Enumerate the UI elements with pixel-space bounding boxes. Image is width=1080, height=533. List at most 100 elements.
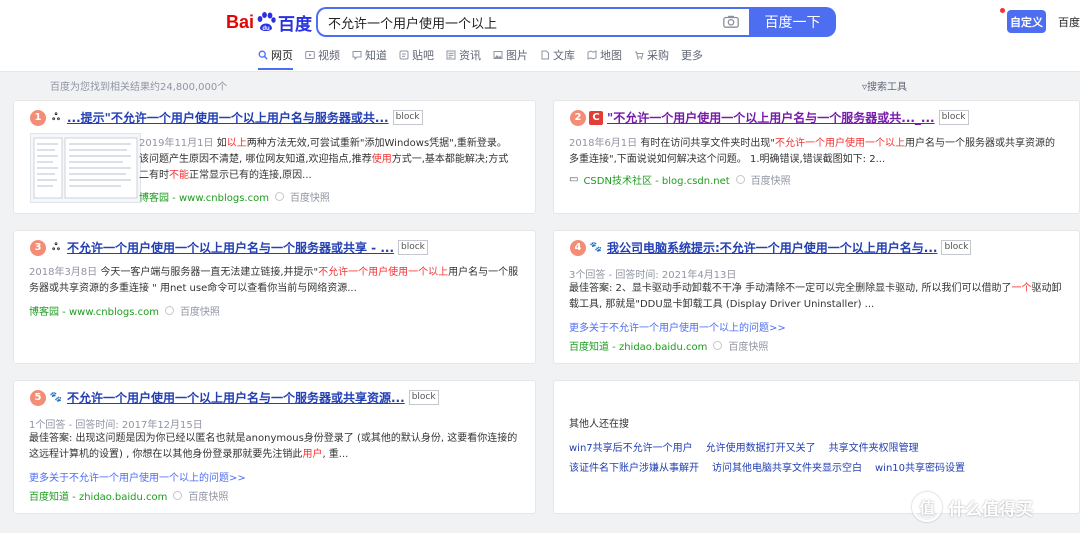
result-source: 博客园 - www.cnblogs.com 百度快照	[139, 189, 330, 204]
source-link[interactable]: 博客园 - www.cnblogs.com	[29, 303, 159, 318]
block-button[interactable]: block	[941, 240, 972, 255]
snapshot-link[interactable]: 百度快照	[164, 303, 220, 318]
result-title-link[interactable]: 我公司电脑系统提示:不允许一个用户使用一个以上用户名与...	[607, 239, 937, 256]
abstract-text: 最佳答案: 2、显卡驱动手动卸载不干净 手动清除不一定可以完全删除显卡驱动, 所…	[569, 283, 1062, 310]
result-abstract: 最佳答案: 2、显卡驱动手动卸载不干净 手动清除不一定可以完全删除显卡驱动, 所…	[569, 281, 1064, 313]
tab-zhidao[interactable]: 知道	[352, 44, 387, 66]
snapshot-label: 百度快照	[289, 193, 330, 204]
tab-label: 视频	[318, 49, 340, 62]
tab-label: 采购	[647, 49, 669, 62]
snapshot-label: 百度快照	[179, 307, 220, 318]
snapshot-link[interactable]: 百度快照	[173, 488, 228, 503]
customize-button[interactable]: 自定义	[1007, 10, 1046, 33]
notification-dot	[1000, 8, 1005, 13]
block-button[interactable]: block	[398, 240, 428, 255]
block-button[interactable]: block	[938, 110, 969, 125]
source-link[interactable]: 百度知道 - zhidao.baidu.com	[569, 338, 707, 353]
rank-badge: 1	[30, 109, 46, 126]
tab-images[interactable]: 图片	[493, 44, 528, 66]
wenku-icon	[541, 50, 549, 60]
related-searches-row-1: win7共享后不允许一个用户 允许使用数据打开又关了 共享文件夹权限管理	[569, 439, 932, 454]
tab-more[interactable]: 更多	[681, 44, 703, 66]
snapshot-link[interactable]: 百度快照	[735, 172, 791, 187]
snapshot-label: 百度快照	[188, 492, 229, 503]
result-thumbnail[interactable]	[30, 133, 141, 203]
tab-purchase[interactable]: 采购	[634, 44, 669, 66]
snapshot-label: 百度快照	[750, 176, 791, 187]
abstract-text: 今天一客户端与服务器一直无法建立链接,并提示"不允许一个用户使用一个以上用户名与…	[29, 267, 519, 294]
result-card-3: 3 ஃ 不允许一个用户使用一个以上用户名与一个服务器或共享 - ... bloc…	[13, 230, 536, 364]
zhidao-paw-icon: 🐾	[589, 242, 603, 253]
tab-video[interactable]: 视频	[305, 44, 340, 66]
csdn-community-icon: ▭	[569, 174, 579, 185]
result-date: 2018年6月1日	[569, 138, 638, 149]
related-search-link[interactable]: win10共享密码设置	[875, 459, 965, 474]
tab-label: 更多	[681, 49, 703, 62]
header-divider	[0, 71, 1080, 72]
block-button[interactable]: block	[392, 110, 423, 125]
search-tools-button[interactable]: ▿搜索工具	[862, 78, 907, 93]
logo-cn: 百度	[278, 14, 313, 34]
logo-bai: Bai	[226, 11, 255, 32]
map-icon	[587, 50, 597, 60]
camera-icon[interactable]	[723, 15, 739, 28]
result-date: 2018年3月8日	[29, 267, 98, 278]
result-title-link[interactable]: ...提示"不允许一个用户使用一个以上用户名与服务器或共...	[67, 109, 389, 126]
result-title-row: 4 🐾 我公司电脑系统提示:不允许一个用户使用一个以上用户名与... block	[570, 239, 972, 256]
block-button[interactable]: block	[408, 390, 439, 405]
search-tabs: 网页 视频 知道 贴吧 资讯 图片 文库 地图 采购 更多	[258, 44, 715, 70]
snapshot-icon	[735, 175, 745, 184]
header: Bai du 百度 百度一下 自定义 百度首页 网页 视频	[0, 0, 1080, 72]
result-title-row: 2 C "不允许一个用户使用一个以上用户名与一个服务器或共..._... blo…	[570, 109, 969, 126]
search-tools-label: 搜索工具	[867, 82, 908, 93]
csdn-icon: C	[589, 110, 603, 125]
snapshot-link[interactable]: 百度快照	[713, 338, 768, 353]
snapshot-label: 百度快照	[728, 342, 769, 353]
rank-badge: 5	[30, 389, 46, 406]
search-button[interactable]: 百度一下	[749, 7, 836, 37]
related-search-link[interactable]: 允许使用数据打开又关了	[706, 439, 816, 454]
news-icon	[446, 50, 456, 60]
related-search-link[interactable]: 访问其他电脑共享文件夹显示空白	[712, 459, 862, 474]
purchase-icon	[635, 51, 644, 60]
source-link[interactable]: CSDN技术社区 - blog.csdn.net	[583, 172, 729, 187]
video-icon	[305, 51, 315, 59]
more-questions-link[interactable]: 更多关于不允许一个用户使用一个以上的问题>>	[29, 469, 246, 484]
watermark-logo-icon: 值	[912, 492, 942, 522]
result-abstract: 2018年6月1日 有时在访问共享文件夹时出现"不允许一个用户使用一个以上用户名…	[569, 136, 1064, 168]
result-title-link[interactable]: 不允许一个用户使用一个以上用户名与一个服务器或共享 - ...	[67, 239, 394, 256]
tab-news[interactable]: 资讯	[446, 44, 481, 66]
tab-wenku[interactable]: 文库	[540, 44, 575, 66]
result-abstract: 2018年3月8日 今天一客户端与服务器一直无法建立链接,并提示"不允许一个用户…	[29, 265, 521, 297]
result-source: 博客园 - www.cnblogs.com 百度快照	[29, 303, 220, 318]
tab-label: 知道	[365, 49, 387, 62]
tab-web[interactable]: 网页	[258, 44, 293, 70]
answer-meta: 1个回答 - 回答时间: 2017年12月15日	[29, 420, 203, 431]
snapshot-icon	[713, 341, 723, 350]
source-link[interactable]: 百度知道 - zhidao.baidu.com	[29, 488, 167, 503]
rank-badge: 3	[30, 239, 46, 256]
abstract-text: 有时在访问共享文件夹时出现"不允许一个用户使用一个以上用户名与一个服务器或共享资…	[569, 138, 1055, 165]
result-title-row: 1 ஃ ...提示"不允许一个用户使用一个以上用户名与服务器或共... bloc…	[30, 109, 423, 126]
snapshot-link[interactable]: 百度快照	[274, 189, 330, 204]
result-abstract: 2019年11月1日 如以上两种方法无效,可尝试重新"添加Windows凭据",…	[139, 136, 517, 184]
snapshot-icon	[164, 306, 174, 315]
tab-map[interactable]: 地图	[587, 44, 622, 66]
related-search-link[interactable]: win7共享后不允许一个用户	[569, 439, 693, 454]
rank-badge: 4	[570, 239, 586, 256]
zhidao-paw-icon: 🐾	[49, 392, 63, 403]
search-icon	[258, 50, 268, 60]
result-source: 百度知道 - zhidao.baidu.com 百度快照	[569, 338, 768, 353]
baidu-logo[interactable]: Bai du 百度	[226, 9, 312, 35]
result-title-link[interactable]: 不允许一个用户使用一个以上用户名与一个服务器或共享资源...	[67, 389, 405, 406]
more-questions-link[interactable]: 更多关于不允许一个用户使用一个以上的问题>>	[569, 319, 786, 334]
related-search-link[interactable]: 共享文件夹权限管理	[829, 439, 919, 454]
baidu-home-link[interactable]: 百度首页	[1058, 14, 1080, 30]
source-link[interactable]: 博客园 - www.cnblogs.com	[139, 189, 269, 204]
tab-label: 资讯	[459, 49, 481, 62]
search-input[interactable]	[318, 9, 708, 35]
related-search-link[interactable]: 该证件名下账户涉嫌从事解开	[569, 459, 699, 474]
result-title-link[interactable]: "不允许一个用户使用一个以上用户名与一个服务器或共..._...	[607, 109, 935, 126]
tab-tieba[interactable]: 贴吧	[399, 44, 434, 66]
snapshot-icon	[173, 491, 183, 500]
